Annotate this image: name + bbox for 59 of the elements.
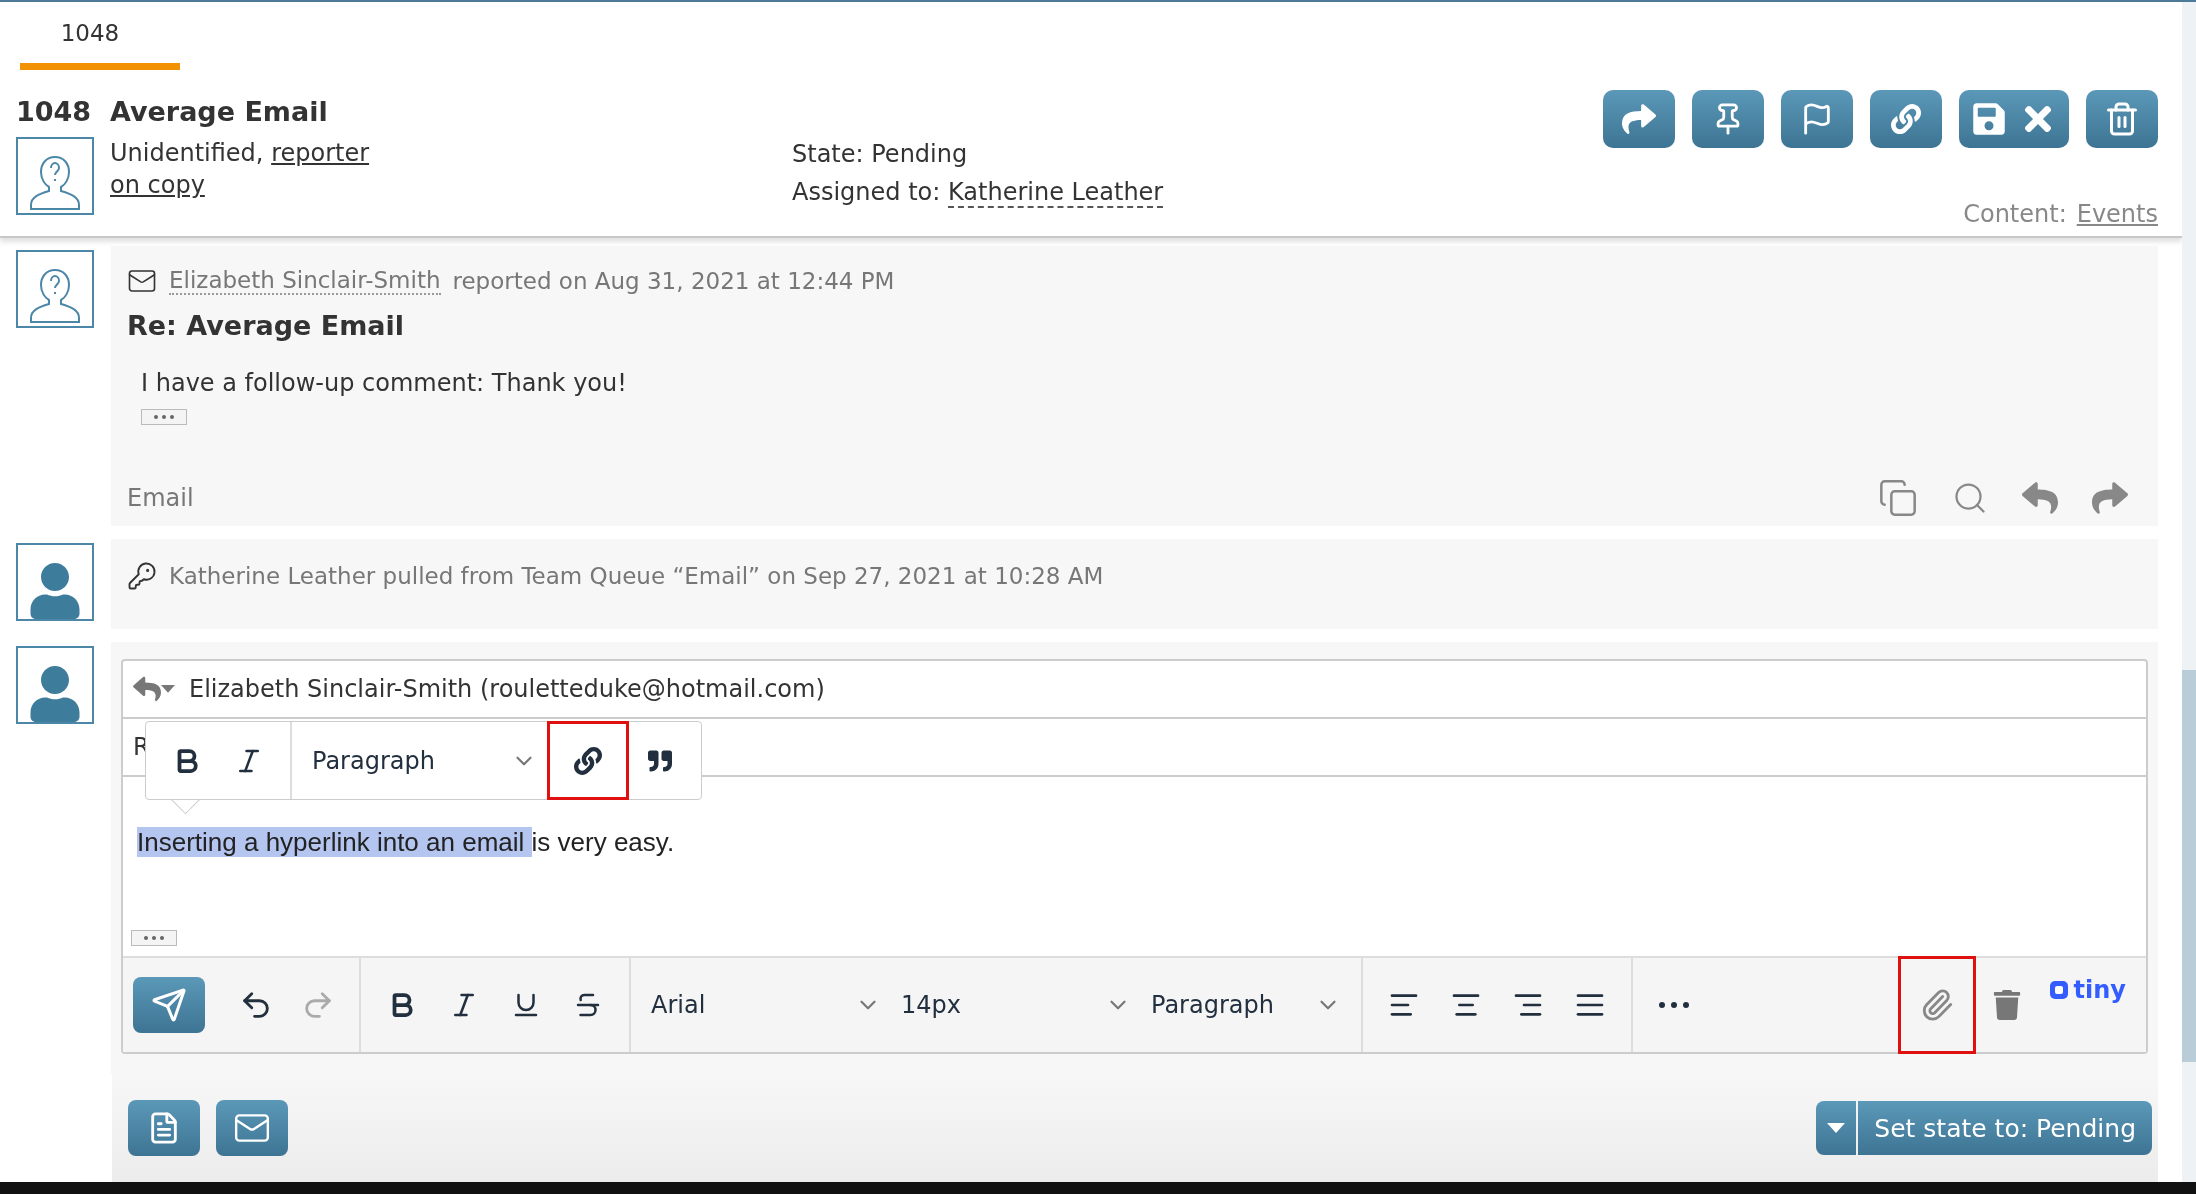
message-body: I have a follow-up comment: Thank you! xyxy=(141,369,628,397)
forward-button[interactable] xyxy=(1603,90,1675,148)
expand-button[interactable] xyxy=(141,409,187,425)
link-icon xyxy=(574,746,602,775)
key-icon xyxy=(127,561,157,591)
state-label: State: Pending xyxy=(792,140,968,168)
message-subject: Re: Average Email xyxy=(127,310,406,341)
font-select[interactable]: Arial xyxy=(641,991,891,1019)
reply-type-dropdown[interactable] xyxy=(133,675,175,703)
insert-link-button[interactable] xyxy=(547,721,629,800)
activity-text: Katherine Leather pulled from Team Queue “Email” on Sep 27, 2021 at 10:28 AM xyxy=(169,563,1104,589)
reply-arrow-icon xyxy=(133,675,161,703)
block-format-select[interactable]: Paragraph xyxy=(302,746,547,775)
note-button[interactable] xyxy=(128,1100,200,1156)
delete-button[interactable] xyxy=(2086,90,2158,148)
set-state-button[interactable]: Set state to: Pending xyxy=(1858,1101,2152,1155)
ellipsis-icon xyxy=(154,415,174,419)
attach-button[interactable] xyxy=(1897,956,1976,1054)
caret-icon xyxy=(161,685,175,693)
reporter-link[interactable]: on copy xyxy=(110,171,205,199)
caret-icon xyxy=(1827,1123,1846,1133)
reporter-link[interactable]: reporter xyxy=(271,139,370,167)
quote-icon xyxy=(648,748,672,773)
content-label: Content: xyxy=(1963,200,2067,228)
pin-button[interactable] xyxy=(1692,90,1764,148)
trash-icon xyxy=(2104,101,2140,137)
events-link[interactable]: Events xyxy=(2076,200,2158,228)
expand-button[interactable] xyxy=(131,930,177,946)
email-button[interactable] xyxy=(216,1100,288,1156)
tiny-logo[interactable]: tiny xyxy=(2047,976,2126,1004)
assigned-label: Assigned to: xyxy=(792,178,941,206)
link-icon xyxy=(1891,104,1921,134)
block-format-select[interactable]: Paragraph xyxy=(1141,991,1351,1019)
forward-arrow-icon xyxy=(1622,102,1656,136)
font-size-select[interactable]: 14px xyxy=(891,991,1141,1019)
reporter-name: Unidentified, xyxy=(110,139,264,167)
tiny-icon xyxy=(2047,979,2070,1001)
save-icon xyxy=(1971,101,2007,137)
flag-button[interactable] xyxy=(1781,90,1853,148)
ticket-title: 1048 Average Email xyxy=(16,96,329,127)
channel-label: Email xyxy=(127,484,194,512)
tab[interactable]: 1048 xyxy=(20,2,180,70)
reply-arrow-icon xyxy=(2022,480,2058,516)
trash-icon xyxy=(1991,990,2022,1020)
assignee-link[interactable]: Katherine Leather xyxy=(948,178,1164,208)
send-button[interactable] xyxy=(133,977,205,1033)
author-link[interactable]: Elizabeth Sinclair-Smith xyxy=(169,267,441,295)
recipient-text: Elizabeth Sinclair-Smith (rouletteduke@hotmail.com) xyxy=(189,675,825,703)
scrollbar-thumb[interactable] xyxy=(2182,670,2196,1062)
forward-arrow-icon xyxy=(2092,480,2128,516)
ellipsis-icon xyxy=(144,936,164,940)
more-icon xyxy=(1659,1002,1689,1008)
send-icon xyxy=(151,987,187,1023)
save-close-button[interactable] xyxy=(1959,90,2069,148)
windows-icon xyxy=(1878,478,1918,518)
search-icon xyxy=(1952,480,1988,516)
state-dropdown-button[interactable] xyxy=(1816,1101,1857,1155)
link-button[interactable] xyxy=(1870,90,1942,148)
report-meta: reported on Aug 31, 2021 at 12:44 PM xyxy=(452,268,895,294)
